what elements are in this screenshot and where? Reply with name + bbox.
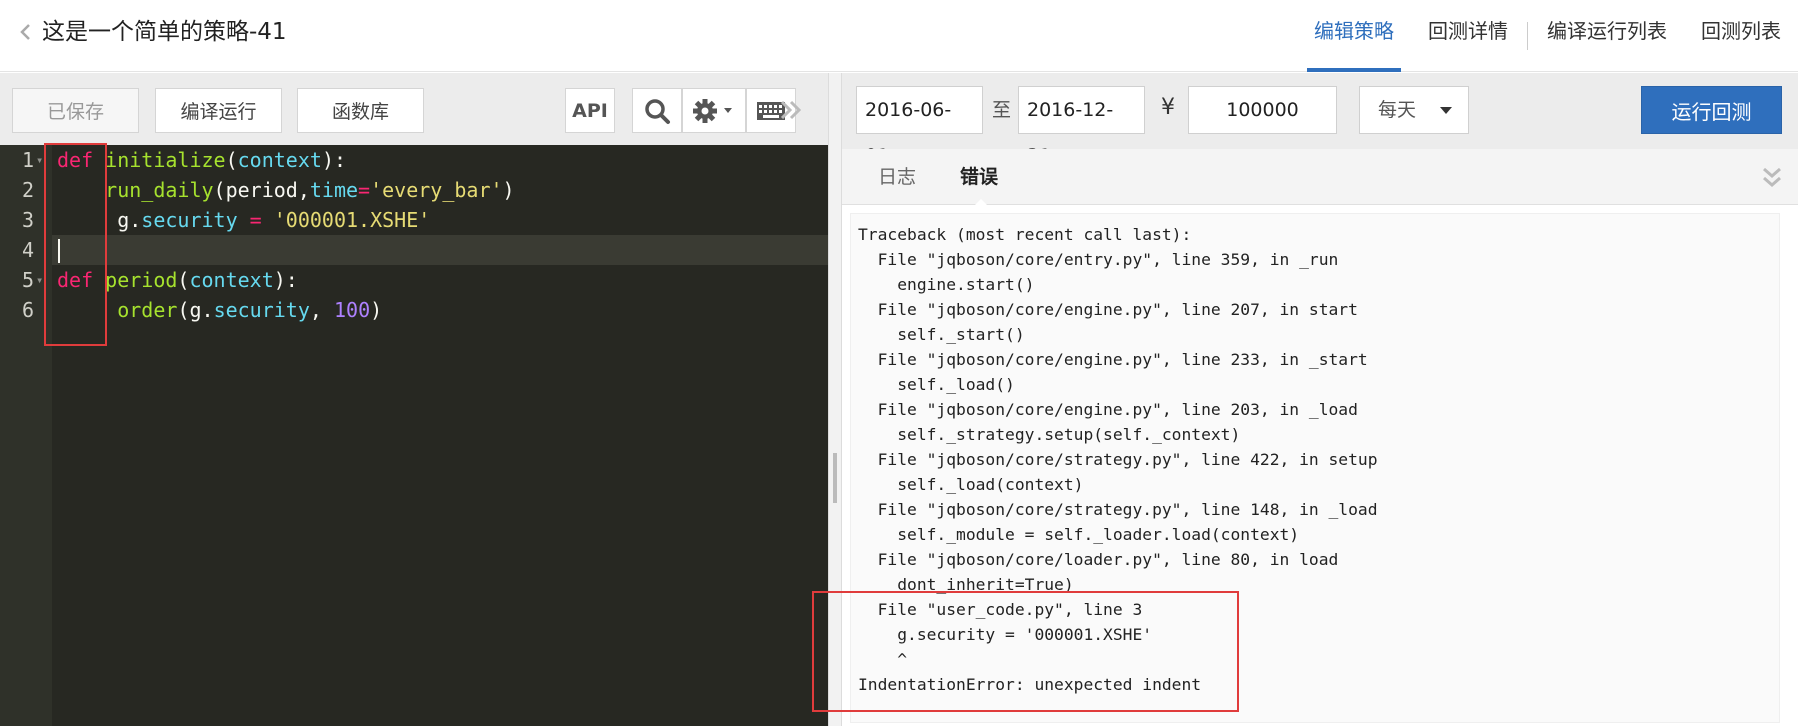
- line-number: 1: [21, 148, 34, 172]
- log-line: self._strategy.setup(self._context): [858, 425, 1241, 444]
- nav-compile-run-list[interactable]: 编译运行列表: [1530, 0, 1684, 72]
- date-range-separator: 至: [992, 99, 1012, 121]
- code-line: order(g.security, 100): [117, 298, 383, 322]
- log-line: IndentationError: unexpected indent: [858, 675, 1202, 694]
- log-line: File "jqboson/core/engine.py", line 203,…: [858, 400, 1358, 419]
- editor-pane: 已保存 编译运行 函数库 API 1 ▾ 2 3 4 5 ▾ 6 def ini…: [0, 73, 828, 726]
- log-line: engine.start(): [858, 275, 1035, 294]
- output-tabs: 日志 错误: [842, 149, 1798, 206]
- log-line: File "jqboson/core/engine.py", line 233,…: [858, 350, 1368, 369]
- log-line: self._load(context): [858, 475, 1084, 494]
- line-number: 3: [21, 208, 34, 232]
- line-number: 5: [21, 268, 34, 292]
- run-backtest-button[interactable]: 运行回测: [1641, 86, 1782, 134]
- nav-backtest-details[interactable]: 回测详情: [1411, 0, 1525, 72]
- line-number: 4: [21, 238, 34, 262]
- tab-error[interactable]: 错误: [960, 149, 998, 205]
- log-line: File "jqboson/core/strategy.py", line 42…: [858, 450, 1378, 469]
- end-date-input[interactable]: 2016-12-31: [1018, 86, 1145, 167]
- log-line: File "jqboson/core/strategy.py", line 14…: [858, 500, 1378, 519]
- log-line: File "jqboson/core/loader.py", line 80, …: [858, 550, 1339, 569]
- code-line: g.security = '000001.XSHE': [57, 208, 431, 232]
- fold-arrow-icon[interactable]: ▾: [36, 265, 46, 295]
- backtest-toolbar: 2016-06-01 至 2016-12-31 ¥ 100000 每天 运行回测: [842, 73, 1798, 167]
- search-icon: [645, 98, 670, 124]
- currency-symbol: ¥: [1161, 95, 1175, 120]
- api-label: API: [572, 99, 608, 122]
- error-log[interactable]: Traceback (most recent call last): File …: [850, 213, 1780, 723]
- log-line: ^: [858, 650, 908, 669]
- double-chevron-right-icon[interactable]: [776, 95, 806, 125]
- log-line: self._load(): [858, 375, 1015, 394]
- start-date-input[interactable]: 2016-06-01: [856, 86, 983, 167]
- code-line: run_daily(period,time='every_bar'): [105, 178, 515, 202]
- api-button[interactable]: API: [565, 88, 615, 133]
- fold-arrow-icon[interactable]: ▾: [36, 145, 46, 175]
- active-line-highlight: [52, 235, 828, 265]
- nav-divider: [1527, 22, 1528, 50]
- compile-run-button[interactable]: 编译运行: [155, 88, 282, 133]
- settings-button[interactable]: [682, 88, 746, 133]
- editor-toolbar: 已保存 编译运行 函数库 API: [0, 73, 828, 145]
- header: 这是一个简单的策略-41 编辑策略 回测详情 编译运行列表 回测列表: [0, 0, 1798, 72]
- pane-splitter[interactable]: [828, 73, 842, 726]
- saved-button[interactable]: 已保存: [12, 88, 139, 133]
- tab-log[interactable]: 日志: [878, 149, 916, 205]
- line-number: 6: [21, 298, 34, 322]
- search-button[interactable]: [632, 88, 682, 133]
- splitter-grip-icon[interactable]: [833, 453, 837, 503]
- code-line: def period(context):: [57, 268, 298, 292]
- nav-backtest-list[interactable]: 回测列表: [1684, 0, 1798, 72]
- line-number: 2: [21, 178, 34, 202]
- line-gutter: 1 ▾ 2 3 4 5 ▾ 6: [0, 145, 52, 726]
- function-library-button[interactable]: 函数库: [297, 88, 424, 133]
- page-title: 这是一个简单的策略-41: [42, 19, 287, 45]
- double-chevron-down-icon[interactable]: [1760, 165, 1784, 191]
- code-line: def initialize(context):: [57, 148, 347, 172]
- log-line: Traceback (most recent call last):: [858, 225, 1192, 244]
- caret-down-icon: [724, 107, 732, 113]
- chevron-left-icon[interactable]: [14, 20, 38, 44]
- log-line: self._start(): [858, 325, 1025, 344]
- frequency-value: 每天: [1378, 99, 1417, 121]
- error-output-area: Traceback (most recent call last): File …: [842, 205, 1798, 726]
- log-line: File "user_code.py", line 3: [858, 600, 1143, 619]
- log-line: dont_inherit=True): [858, 575, 1074, 594]
- frequency-select[interactable]: 每天: [1359, 86, 1469, 134]
- log-line: g.security = '000001.XSHE': [858, 625, 1153, 644]
- caret-down-icon: [1440, 107, 1452, 114]
- top-nav: 编辑策略 回测详情 编译运行列表 回测列表: [1297, 0, 1798, 72]
- text-cursor: [58, 239, 60, 263]
- log-line: File "jqboson/core/engine.py", line 207,…: [858, 300, 1358, 319]
- code-editor[interactable]: 1 ▾ 2 3 4 5 ▾ 6 def initialize(context):…: [0, 145, 828, 726]
- initial-capital-input[interactable]: 100000: [1188, 86, 1337, 134]
- log-line: self._module = self._loader.load(context…: [858, 525, 1300, 544]
- backtest-pane: 2016-06-01 至 2016-12-31 ¥ 100000 每天 运行回测…: [842, 73, 1798, 726]
- log-line: File "jqboson/core/entry.py", line 359, …: [858, 250, 1339, 269]
- nav-edit-strategy[interactable]: 编辑策略: [1297, 0, 1411, 72]
- gear-icon: [693, 98, 732, 123]
